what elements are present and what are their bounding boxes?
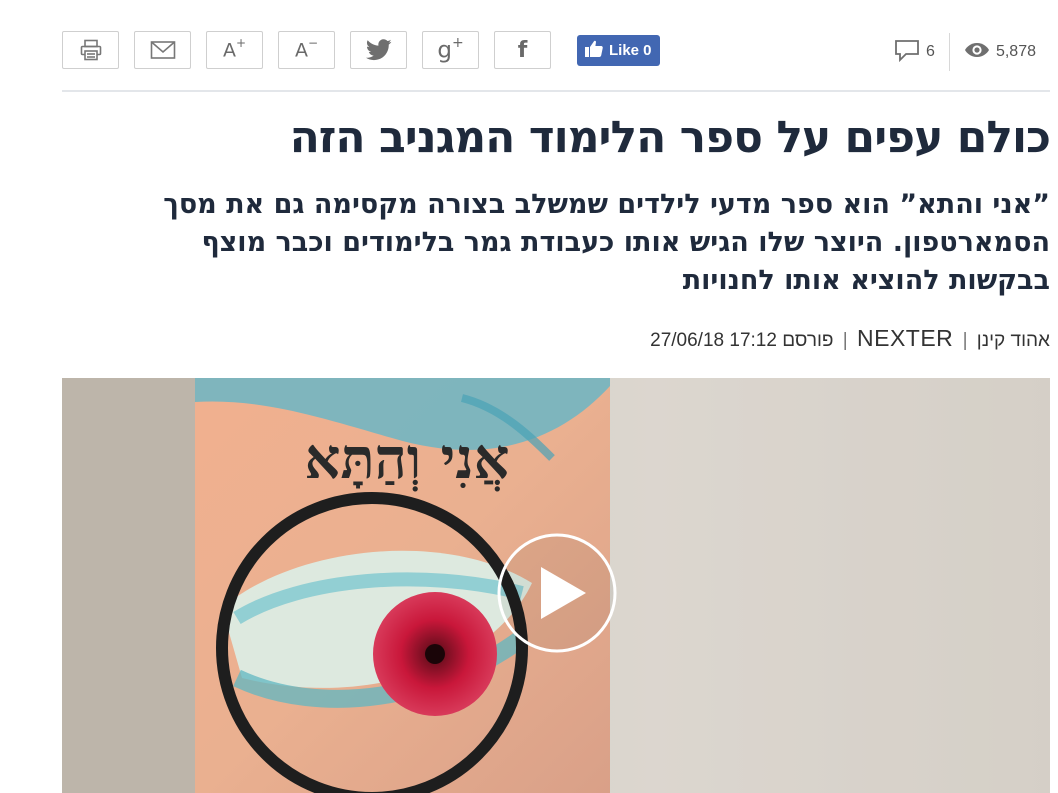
- article-stats: 6 5,878: [894, 33, 1036, 71]
- google-plus-label: g+: [437, 34, 464, 64]
- toolbar-divider: [62, 90, 1050, 92]
- font-decrease-label: A−: [294, 36, 319, 62]
- like-label: Like 0: [609, 42, 652, 59]
- author-name[interactable]: אהוד קינן: [977, 330, 1050, 351]
- email-button[interactable]: [134, 31, 191, 69]
- play-button[interactable]: [496, 532, 618, 658]
- twitter-bird-icon: [365, 39, 392, 61]
- comments-value: 6: [926, 43, 935, 60]
- article-byline: אהוד קינן | NEXTER | פורסם 27/06/18 17:1…: [650, 325, 1050, 352]
- facebook-icon: f: [517, 37, 528, 63]
- font-increase-button[interactable]: A+: [206, 31, 263, 69]
- twitter-button[interactable]: [350, 31, 407, 69]
- facebook-like-button[interactable]: Like 0: [577, 35, 660, 66]
- play-icon: [496, 533, 618, 658]
- google-plus-button[interactable]: g+: [422, 31, 479, 69]
- views-value: 5,878: [995, 43, 1036, 60]
- article-headline: כולם עפים על ספר הלימוד המגניב הזה: [289, 112, 1051, 163]
- stats-divider: [948, 33, 950, 71]
- facebook-share-button[interactable]: f: [494, 31, 551, 69]
- envelope-icon: [150, 40, 176, 60]
- background-wall-right: [610, 378, 1050, 793]
- thumbs-up-icon: [585, 40, 603, 61]
- font-decrease-button[interactable]: A−: [278, 31, 335, 69]
- background-wall-left: [62, 378, 202, 793]
- publisher-name[interactable]: NEXTER: [857, 325, 953, 351]
- font-increase-label: A+: [222, 36, 247, 62]
- views-count: 5,878: [964, 41, 1036, 64]
- printer-icon: [79, 38, 103, 62]
- article-subtitle: ”אני והתא” הוא ספר מדעי לילדים שמשלב בצו…: [163, 189, 1050, 296]
- publish-date: 27/06/18 17:12: [650, 330, 777, 351]
- published-label: פורסם: [782, 330, 834, 351]
- book-title: אֲנִי וְהַתָּא: [305, 426, 510, 492]
- byline-separator: |: [962, 330, 968, 351]
- comments-count[interactable]: 6: [894, 37, 935, 68]
- eye-icon: [964, 41, 990, 64]
- video-player[interactable]: אֲנִי וְהַתָּא: [62, 378, 1050, 793]
- comment-icon: [894, 37, 920, 68]
- share-toolbar: A+ A− g+ f: [62, 31, 551, 69]
- print-button[interactable]: [62, 31, 119, 69]
- byline-separator: |: [842, 330, 848, 351]
